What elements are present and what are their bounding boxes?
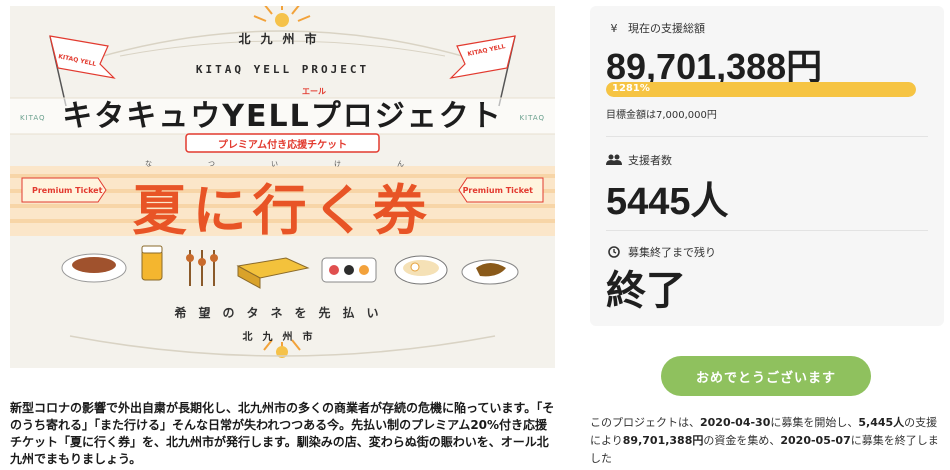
clock-icon <box>606 246 622 258</box>
goal-amount: 目標金額は7,000,000円 <box>606 110 717 121</box>
yen-icon: ¥ <box>610 21 618 35</box>
summary-text: このプロジェクトは、 <box>590 416 700 429</box>
banner-project-title: キタキュウYELLプロジェクト <box>62 99 503 134</box>
banner-premium-right: Premium Ticket <box>462 186 533 195</box>
funding-progress-fill <box>606 82 916 97</box>
banner-city-top: 北九州市 <box>238 32 327 46</box>
banner-main-title: 夏に行く券 <box>132 179 433 242</box>
summary-supporters: 5,445人 <box>858 416 905 429</box>
total-amount-label-text: 現在の支援総額 <box>628 22 705 35</box>
total-amount-label: ¥ 現在の支援総額 <box>606 20 706 36</box>
summary-text: の資金を集め、 <box>703 434 781 447</box>
divider <box>606 136 928 137</box>
banner-city-bottom: 北九州市 <box>242 332 323 343</box>
supporters-value: 5445人 <box>606 181 729 223</box>
users-icon <box>606 154 622 166</box>
supporters-label-text: 支援者数 <box>628 154 672 167</box>
divider <box>606 230 928 231</box>
banner-kitaq-right: KITAQ <box>519 114 545 122</box>
project-hero-image: KITAQ YELL KITAQ YELL 北九州市 KITAQ YELL PR… <box>10 6 555 368</box>
supporters-label: 支援者数 <box>606 152 672 168</box>
summary-start-date: 2020-04-30 <box>700 416 771 429</box>
remaining-value: 終了 <box>606 269 686 313</box>
funding-progress-bar: 1281% <box>606 82 916 97</box>
congrats-button[interactable]: おめでとうございます <box>661 356 871 396</box>
summary-amount: 89,701,388円 <box>622 434 704 447</box>
project-description: 新型コロナの影響で外出自粛が長期化し、北九州市の多くの商業者が存続の危機に陥って… <box>10 401 555 466</box>
summary-end-date: 2020-05-07 <box>780 434 851 447</box>
banner-project-en: KITAQ YELL PROJECT <box>195 63 370 76</box>
banner-premium-left: Premium Ticket <box>32 186 103 195</box>
stats-card: ¥ 現在の支援総額 89,701,388円 1281% 目標金額は7,000,0… <box>590 6 944 326</box>
banner-kitaq-left: KITAQ <box>20 114 46 122</box>
banner-tagline: 希望のタネを先払い <box>174 306 391 320</box>
food-illustrations-icon <box>61 245 519 289</box>
project-summary: このプロジェクトは、2020-04-30に募集を開始し、5,445人の支援により… <box>590 414 946 468</box>
funding-progress-percent: 1281% <box>612 83 650 94</box>
banner-premium-band: プレミアム付き応援チケット <box>217 140 348 151</box>
summary-text: に募集を開始し、 <box>770 416 859 429</box>
